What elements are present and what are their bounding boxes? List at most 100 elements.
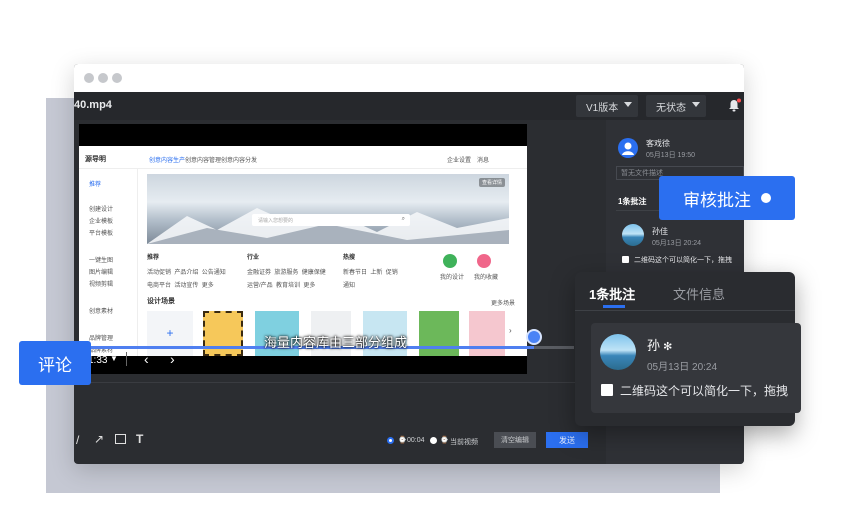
play-mode-current: 当前视频 (450, 439, 478, 446)
site-sidebar-item: 视频剪辑 (89, 282, 114, 288)
feature-column: 行业 金融证券 旅游服务 健康保健 运营/产品 教育培训 更多 (247, 252, 347, 289)
video-content-website: 源导明 创意内容生产 创意内容管理 创意内容分发 企业设置 消息 推荐 创建设计… (79, 146, 527, 356)
chevron-down-icon[interactable]: ▼ (110, 354, 118, 363)
comment-callout: 评论 (19, 341, 91, 385)
popup-comment-card: 孙 ✻ 05月13日 20:24 二维码这个可以简化一下，拖拽 (591, 323, 801, 413)
banner-tag: 查看详情 (478, 178, 505, 187)
feature-item: 通知 (343, 283, 356, 289)
search-icon: ⌕ (401, 216, 405, 222)
quick-action-label: 我的收藏 (474, 275, 499, 281)
window-titlebar (74, 64, 744, 92)
site-banner: 请输入您想要的 ⌕ 查看详情 (147, 174, 509, 244)
tab-comments[interactable]: 1条批注 (618, 196, 646, 207)
annotation-toolbar-area: / ↗ T ⌚ 00:04 ⌚ 当前视频 清空编辑 发送 (74, 382, 604, 463)
site-sidebar-item: 创建设计 (89, 207, 114, 213)
status-select[interactable]: 无状态 (646, 95, 706, 117)
text-icon[interactable]: T (136, 432, 143, 446)
feature-item: 更多 (201, 283, 214, 289)
bell-icon[interactable] (727, 98, 741, 114)
radio-unselected[interactable] (430, 437, 437, 444)
dot-icon (761, 193, 771, 203)
popup-comment-date: 05月13日 20:24 (647, 362, 718, 373)
add-design-card: + (147, 311, 193, 356)
feature-item: 更多 (303, 283, 316, 289)
feature-item: 新春节日 (343, 270, 368, 276)
feature-item: 金融证券 (247, 270, 272, 276)
site-nav-item: 创意内容生产 (149, 158, 186, 164)
radio-selected[interactable] (387, 437, 394, 444)
site-sidebar-item: 品牌管理 (89, 336, 114, 342)
feature-item: 产品介绍 (174, 270, 199, 276)
site-logo: 源导明 (85, 156, 106, 163)
comment-text: 二维码这个可以简化一下，拖拽 (634, 257, 732, 264)
clock-icon: ⌚ (440, 437, 449, 444)
site-sidebar-item: 平台模板 (89, 231, 114, 237)
review-callout-label: 审核批注 (683, 190, 751, 210)
version-select[interactable]: V1版本 (576, 95, 638, 117)
user-name: 客戏徐 (646, 139, 670, 148)
feature-column-title: 行业 (247, 255, 260, 261)
site-sidebar-item: 企业模板 (89, 219, 114, 225)
popup-comment-user: 孙 ✻ (647, 335, 672, 354)
feature-item: 活动促销 (147, 270, 172, 276)
popup-comment-checkbox[interactable] (601, 384, 613, 396)
user-avatar (618, 138, 638, 158)
popup-tab-comments[interactable]: 1条批注 (589, 284, 635, 303)
site-nav-item: 创意内容分发 (221, 158, 258, 164)
divider (126, 352, 127, 366)
comment-checkbox[interactable] (622, 256, 629, 263)
site-divider (79, 168, 527, 169)
window-dot (112, 73, 122, 83)
feature-item: 运营/产品 (247, 283, 273, 289)
site-search-input: 请输入您想要的 ⌕ (252, 214, 410, 226)
feature-item: 健康保健 (301, 270, 326, 276)
comment-user: 孙佳 (652, 227, 668, 236)
progress-knob[interactable] (526, 329, 542, 345)
site-sidebar-item: 创意素材 (89, 309, 114, 315)
popup-comment-text: 二维码这个可以简化一下，拖拽 (620, 384, 789, 398)
design-section-title: 设计场景 (147, 298, 175, 305)
prev-frame-icon[interactable]: ‹ (144, 351, 149, 367)
arrow-icon[interactable]: ↗ (94, 432, 104, 446)
heart-icon (477, 254, 491, 268)
site-header-link: 企业设置 (447, 158, 472, 164)
feature-item: 促销 (385, 270, 398, 276)
clock-icon: ⌚ (398, 437, 407, 444)
feature-column: 热搜 新春节日 上新 促销 通知 (343, 252, 423, 289)
commenter-avatar (622, 224, 644, 246)
feature-item: 旅游服务 (274, 270, 299, 276)
chevron-down-icon (692, 102, 700, 107)
status-select-label: 无状态 (656, 102, 686, 114)
feature-column-title: 推荐 (147, 255, 160, 261)
feature-item: 上新 (370, 270, 383, 276)
version-select-label: V1版本 (586, 102, 619, 114)
next-frame-icon[interactable]: › (170, 351, 175, 367)
send-button[interactable]: 发送 (546, 432, 588, 448)
site-header-link: 消息 (477, 158, 490, 164)
commenter-avatar (600, 334, 636, 370)
site-search-placeholder: 请输入您想要的 (258, 218, 294, 224)
feature-item: 教育培训 (276, 283, 301, 289)
chevron-down-icon (624, 102, 632, 107)
divider (575, 310, 795, 311)
feature-column-title: 热搜 (343, 255, 356, 261)
chevron-right-icon: › (509, 326, 512, 335)
playback-controls: 1:33 ▼ ‹ › (74, 351, 524, 372)
video-subtitle: 海量内容库由三部分组成 (264, 335, 408, 350)
clear-edit-button[interactable]: 清空编辑 (494, 432, 536, 448)
window-dot (98, 73, 108, 83)
pencil-icon (443, 254, 457, 268)
popup-comment-user-name: 孙 (647, 338, 661, 353)
comment-date: 05月13日 20:24 (652, 240, 702, 247)
rectangle-icon[interactable] (115, 434, 126, 444)
template-thumbnail (203, 311, 243, 356)
window-dot (84, 73, 94, 83)
pen-icon[interactable]: / (76, 433, 79, 447)
popup-tab-fileinfo[interactable]: 文件信息 (673, 284, 725, 303)
feature-item: 公告通知 (201, 270, 226, 276)
asterisk-icon: ✻ (660, 341, 673, 353)
file-name: 40.mp4 (74, 99, 112, 111)
play-mode-time: 00:04 (407, 437, 425, 444)
template-thumbnail (419, 311, 459, 356)
site-sidebar: 推荐 创建设计 企业模板 平台模板 一键生图 图片编辑 视频剪辑 创意素材 品牌… (79, 169, 138, 356)
